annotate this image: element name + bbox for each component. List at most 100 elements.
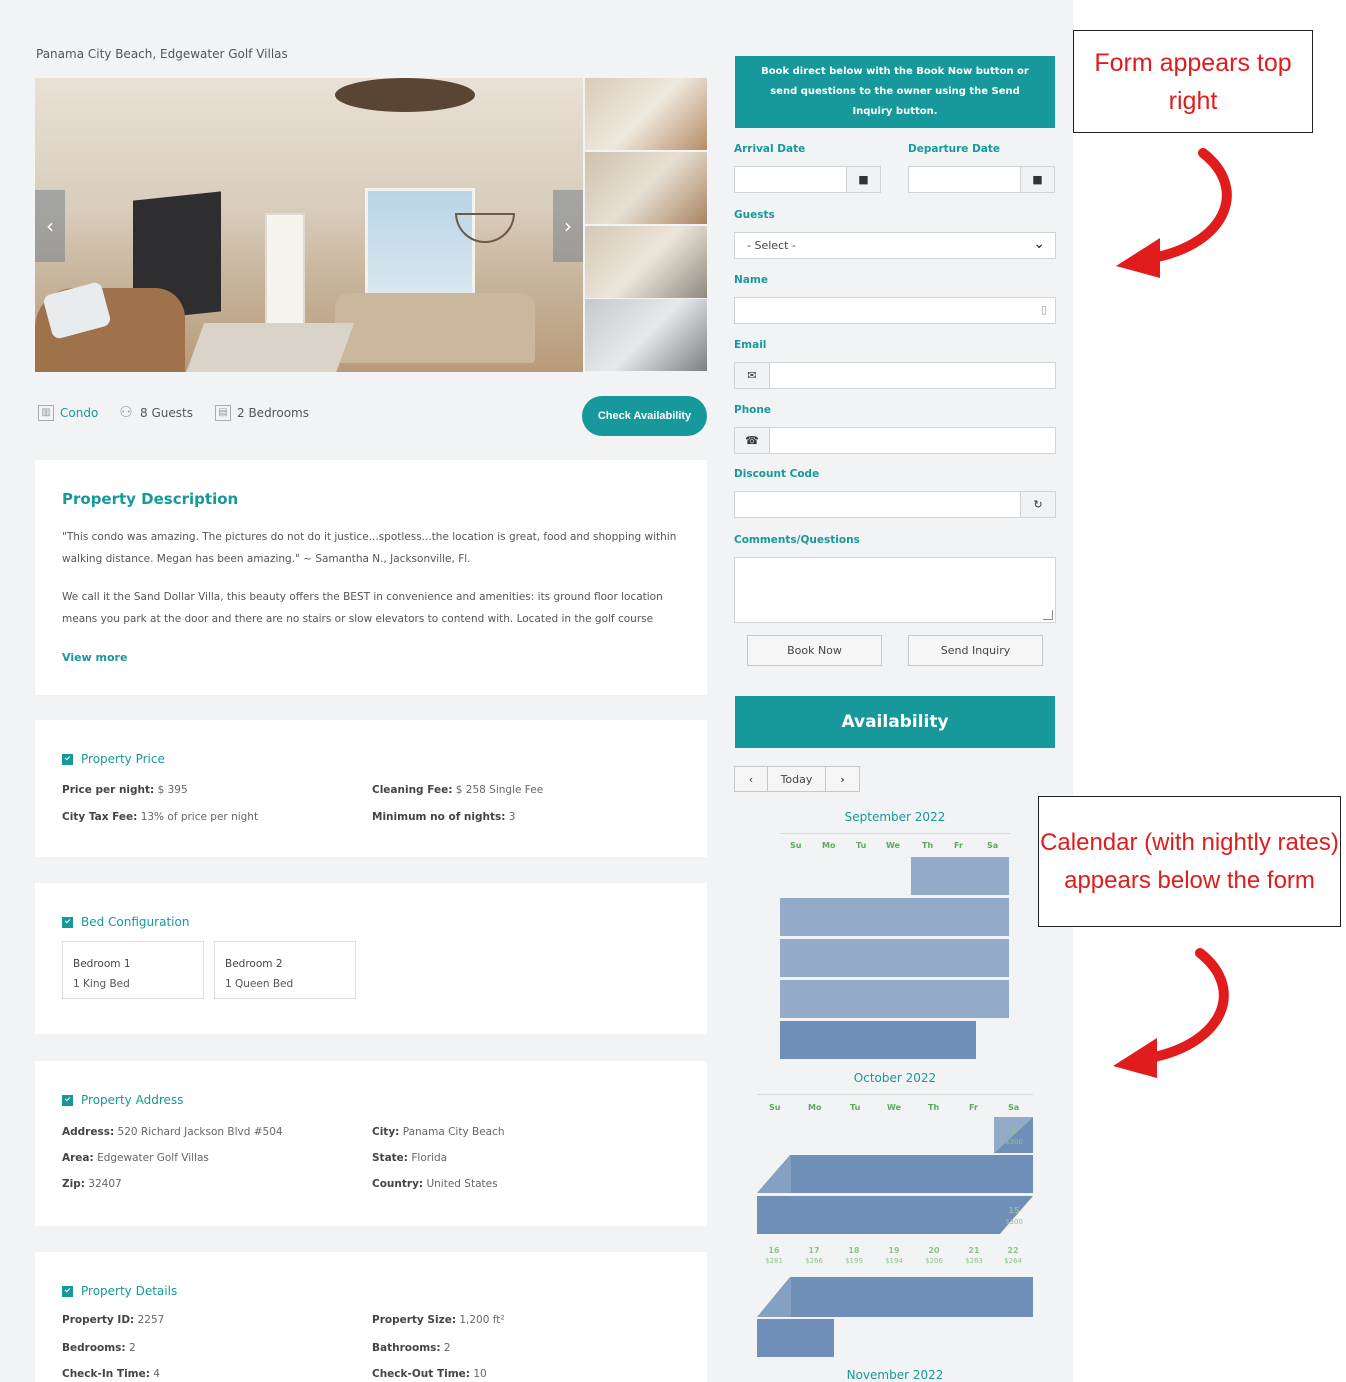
gallery-thumbnail[interactable] xyxy=(585,299,707,371)
dow-label: Tu xyxy=(850,1103,861,1112)
city-tax-fee: City Tax Fee: 13% of price per night xyxy=(62,811,258,823)
calendar-day-rate: $281 xyxy=(765,1257,783,1265)
calendar-week-row[interactable] xyxy=(757,1155,1033,1193)
kv-value: 32407 xyxy=(88,1178,122,1190)
kv-label: Cleaning Fee: xyxy=(372,784,453,796)
calendar-week-row[interactable] xyxy=(780,980,1009,1018)
check-square-icon xyxy=(62,753,73,765)
ceiling-fan xyxy=(335,78,475,112)
property-location: Panama City Beach, Edgewater Golf Villas xyxy=(36,47,288,61)
gallery-thumbnail[interactable] xyxy=(585,152,707,224)
kv-label: Area: xyxy=(62,1152,94,1164)
annotation-form: Form appears top right xyxy=(1073,30,1313,133)
arrival-date-input[interactable] xyxy=(734,166,847,193)
gallery-next-button[interactable]: › xyxy=(553,190,583,262)
property-id: Property ID: 2257 xyxy=(62,1314,164,1326)
comments-textarea[interactable] xyxy=(734,557,1056,623)
phone-input[interactable] xyxy=(769,427,1056,454)
departure-date-input[interactable] xyxy=(908,166,1021,193)
address-area: Area: Edgewater Golf Villas xyxy=(62,1152,209,1164)
send-inquiry-button[interactable]: Send Inquiry xyxy=(908,635,1043,666)
feature-bedrooms-label: 2 Bedrooms xyxy=(237,406,309,420)
gallery-thumbnail[interactable] xyxy=(585,78,707,150)
kv-value: 2 xyxy=(443,1342,451,1354)
dow-label: Th xyxy=(928,1103,940,1112)
calendar-month-title: October 2022 xyxy=(853,1071,937,1085)
kv-value: Edgewater Golf Villas xyxy=(97,1152,209,1164)
kv-label: Bathrooms: xyxy=(372,1342,441,1354)
hero-photo[interactable] xyxy=(35,78,583,372)
calendar-week-row[interactable] xyxy=(757,1277,1033,1317)
kv-label: Check-Out Time: xyxy=(372,1368,470,1380)
feature-bedrooms: ▤ 2 Bedrooms xyxy=(215,405,309,421)
calendar-day-rate: $266 xyxy=(805,1257,823,1265)
calendar-prev-button[interactable]: ‹ xyxy=(734,766,768,792)
calendar-week-row[interactable] xyxy=(780,939,1009,977)
calendar-week-row[interactable] xyxy=(780,898,1009,936)
curved-arrow-icon xyxy=(1113,948,1229,1078)
refresh-icon[interactable]: ↻ xyxy=(1020,491,1056,518)
building-icon: ▥ xyxy=(38,405,54,421)
calendar-icon[interactable]: ■ xyxy=(846,166,881,193)
dow-label: Su xyxy=(790,841,802,850)
departure-date-label: Departure Date xyxy=(908,143,1001,155)
sofa xyxy=(335,293,535,363)
kv-value: 2257 xyxy=(137,1314,165,1326)
kv-value: 2 xyxy=(128,1342,136,1354)
email-input[interactable] xyxy=(769,362,1056,389)
calendar-icon[interactable]: ■ xyxy=(1020,166,1055,193)
bed-icon: ▤ xyxy=(215,405,231,421)
kv-value: $ 395 xyxy=(157,784,188,796)
feature-type: ▥ Condo xyxy=(38,405,98,421)
minimum-nights: Minimum no of nights: 3 xyxy=(372,811,515,823)
kv-label: Bedrooms: xyxy=(62,1342,126,1354)
book-now-button[interactable]: Book Now xyxy=(747,635,882,666)
gallery-prev-button[interactable]: ‹ xyxy=(35,190,65,262)
dow-label: Sa xyxy=(1008,1103,1020,1112)
dow-label: We xyxy=(887,1103,901,1112)
calendar-day-number[interactable]: 19 xyxy=(882,1246,906,1255)
curved-arrow-icon xyxy=(1116,148,1232,278)
kv-label: Zip: xyxy=(62,1178,85,1190)
kv-value: 520 Richard Jackson Blvd #504 xyxy=(117,1126,283,1138)
calendar-week-row[interactable] xyxy=(911,857,1009,895)
calendar-day-number[interactable]: 20 xyxy=(922,1246,946,1255)
feature-guests: ⚇ 8 Guests xyxy=(118,405,193,421)
kv-value: United States xyxy=(426,1178,498,1190)
calendar-day-rate: $199 xyxy=(845,1257,863,1265)
dow-label: Mo xyxy=(822,841,836,850)
resize-handle-icon[interactable] xyxy=(1043,610,1053,620)
bedroom-name: Bedroom 1 xyxy=(73,958,131,970)
calendar-week-row[interactable] xyxy=(757,1319,834,1357)
address-section-title: Property Address xyxy=(62,1093,183,1107)
name-input[interactable]: ▯ xyxy=(734,297,1056,324)
gallery-thumbnail[interactable] xyxy=(585,226,707,298)
calendar-today-button[interactable]: Today xyxy=(767,766,826,792)
phone-label: Phone xyxy=(734,404,771,416)
calendar-day-rate: $263 xyxy=(965,1257,983,1265)
calendar-week-row[interactable] xyxy=(757,1196,1033,1234)
discount-code-input[interactable] xyxy=(734,491,1021,518)
view-more-link[interactable]: View more xyxy=(62,651,127,664)
calendar-week-row[interactable] xyxy=(780,1021,976,1059)
calendar-day-number[interactable]: 21 xyxy=(962,1246,986,1255)
calendar-day-number[interactable]: 22 xyxy=(1001,1246,1025,1255)
calendar-day-number[interactable]: 17 xyxy=(802,1246,826,1255)
description-quote: "This condo was amazing. The pictures do… xyxy=(62,531,677,565)
description-title: Property Description xyxy=(62,490,239,508)
calendar-divider xyxy=(780,833,1010,834)
kv-label: Minimum no of nights: xyxy=(372,811,506,823)
phone-icon: ☎ xyxy=(734,427,770,454)
price-per-night: Price per night: $ 395 xyxy=(62,784,188,796)
calendar-day-number[interactable]: 18 xyxy=(842,1246,866,1255)
check-availability-button[interactable]: Check Availability xyxy=(582,396,707,436)
dow-label: Th xyxy=(922,841,934,850)
envelope-icon: ✉ xyxy=(734,362,770,389)
calendar-next-button[interactable]: › xyxy=(825,766,860,792)
coffee-table xyxy=(185,323,355,372)
kv-value: Panama City Beach xyxy=(402,1126,505,1138)
guests-select[interactable]: - Select - ⌄ xyxy=(734,232,1056,259)
details-title-text: Property Details xyxy=(81,1284,178,1298)
calendar-day-number[interactable]: 16 xyxy=(762,1246,786,1255)
chevron-right-icon: › xyxy=(564,214,572,238)
